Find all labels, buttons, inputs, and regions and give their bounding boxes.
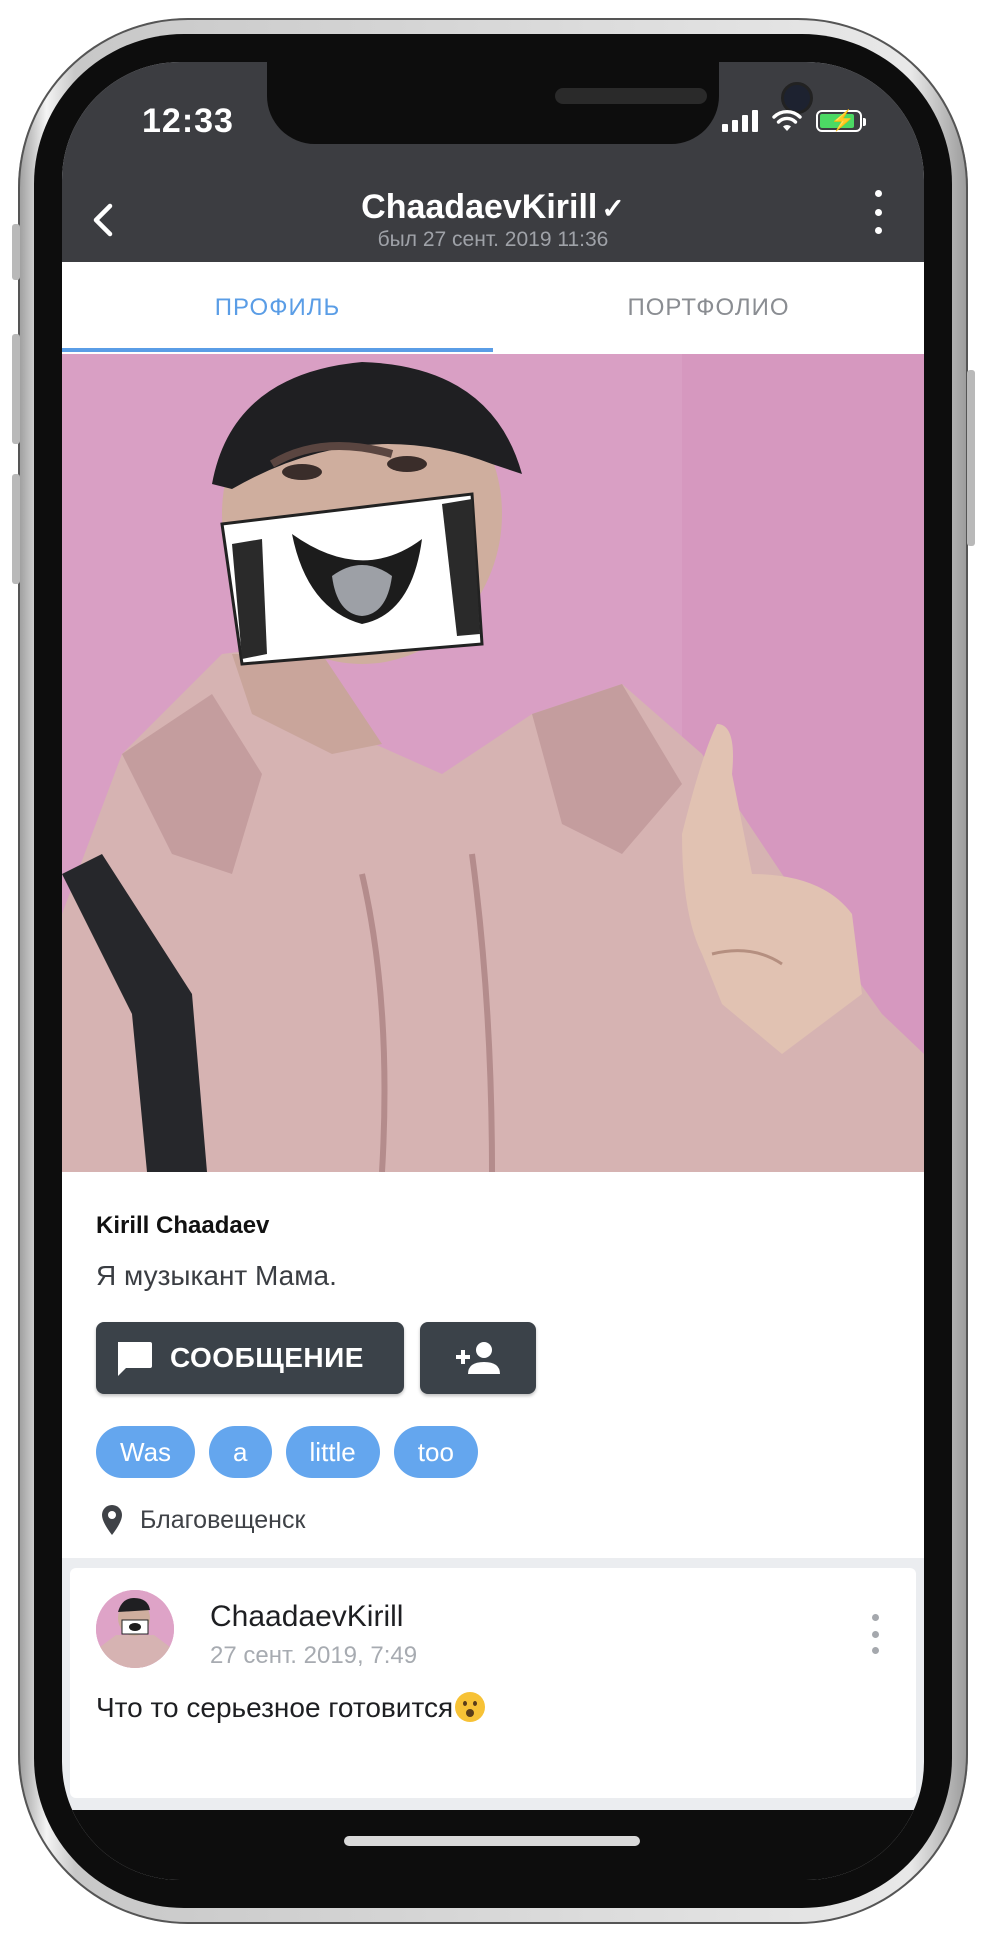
- header-title: ChaadaevKirill ✓: [62, 188, 924, 227]
- chat-bubble-icon: [118, 1342, 152, 1376]
- power-button: [967, 370, 975, 546]
- post-more-button[interactable]: [870, 1614, 880, 1654]
- add-friend-button[interactable]: [420, 1322, 536, 1394]
- more-options-button[interactable]: [868, 190, 888, 234]
- message-button-label: СООБЩЕНИЕ: [170, 1342, 364, 1373]
- map-pin-icon: [102, 1505, 122, 1535]
- tag-chip[interactable]: little: [285, 1426, 380, 1478]
- profile-photo[interactable]: [62, 354, 924, 1172]
- battery-icon: ⚡: [816, 110, 866, 132]
- tab-profile[interactable]: ПРОФИЛЬ: [62, 262, 493, 354]
- tag-chip[interactable]: Was: [96, 1426, 196, 1478]
- home-indicator[interactable]: [344, 1836, 640, 1846]
- profile-tabs: ПРОФИЛЬ ПОРТФОЛИО: [62, 262, 924, 355]
- active-tab-indicator: [62, 348, 493, 352]
- verified-check-icon: ✓: [601, 193, 625, 224]
- avatar-image: [96, 1590, 174, 1668]
- message-button[interactable]: СООБЩЕНИЕ: [96, 1322, 404, 1394]
- location-text: Благовещенск: [140, 1505, 306, 1534]
- tag-list: Was a little too: [96, 1426, 478, 1478]
- tab-portfolio[interactable]: ПОРТФОЛИО: [493, 262, 924, 354]
- signal-icon: [722, 110, 758, 132]
- post-date: 27 сент. 2019, 7:49: [210, 1642, 418, 1669]
- status-time: 12:33: [142, 102, 234, 140]
- app-screen: 12:33 ⚡ ChaadaevKirill ✓ был 27 сент. 201…: [62, 62, 924, 1880]
- volume-down-button: [12, 474, 20, 584]
- status-icons: ⚡: [722, 106, 866, 136]
- username-title: ChaadaevKirill: [361, 188, 598, 226]
- volume-up-button: [12, 334, 20, 444]
- speaker-grille: [555, 88, 707, 104]
- wifi-icon: [772, 110, 802, 131]
- notch: [267, 62, 813, 144]
- hushed-face-emoji-icon: [455, 1692, 486, 1722]
- mute-switch: [12, 224, 20, 280]
- profile-bio: Я музыкант Мама.: [96, 1260, 337, 1291]
- location-row: Благовещенск: [100, 1504, 305, 1536]
- profile-photo-illustration: [62, 354, 924, 1172]
- post-text-content: Что то серьезное готовится: [96, 1692, 454, 1723]
- post-author[interactable]: ChaadaevKirill: [210, 1600, 403, 1634]
- profile-name: Kirill Chaadaev: [96, 1212, 270, 1239]
- tag-chip[interactable]: a: [209, 1426, 272, 1478]
- post-card: ChaadaevKirill 27 сент. 2019, 7:49 Что т…: [70, 1568, 916, 1798]
- profile-card: Kirill Chaadaev Я музыкант Мама. СООБЩЕН…: [62, 1172, 924, 1558]
- tag-chip[interactable]: too: [393, 1426, 478, 1478]
- last-seen-text: был 27 сент. 2019 11:36: [377, 228, 609, 251]
- avatar[interactable]: [96, 1590, 174, 1668]
- post-text: Что то серьезное готовится: [96, 1692, 486, 1724]
- person-add-icon: [456, 1342, 500, 1374]
